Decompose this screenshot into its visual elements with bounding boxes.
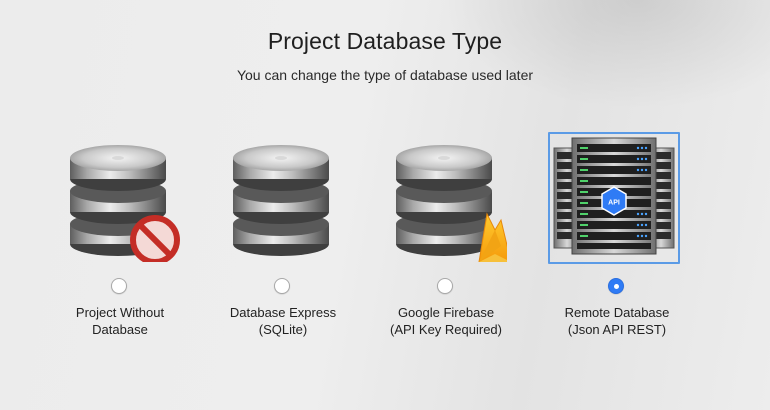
option-google-firebase[interactable]: Google Firebase (API Key Required) [371,130,521,350]
database-no-icon-box[interactable] [51,132,183,264]
api-badge-text: API [608,200,620,207]
database-firebase-icon-box[interactable] [377,132,509,264]
option-label-line2: Database [92,322,148,337]
page-title: Project Database Type [267,28,503,54]
option-label: Database Express (SQLite) [208,304,358,338]
radio-remote-database[interactable] [608,278,624,294]
radio-database-express[interactable] [274,278,290,294]
database-icon [233,145,329,256]
option-remote-database[interactable]: API Remote Database (Json API REST) [542,130,692,350]
option-database-express[interactable]: Database Express (SQLite) [208,130,358,350]
server-rack-api-icon-box[interactable]: API [548,132,680,264]
option-label-line1: Google Firebase [397,305,495,320]
database-icon-box[interactable] [214,132,346,264]
option-label-line1: Database Express [229,305,337,320]
server-rack-api-icon: API [553,137,675,255]
background-shadow [440,0,770,110]
option-label-line1: Project Without [75,305,165,320]
option-label: Project Without Database [45,304,195,338]
option-label: Google Firebase (API Key Required) [371,304,521,338]
option-label: Remote Database (Json API REST) [542,304,692,338]
option-label-line2: (SQLite) [258,322,308,337]
option-label-line1: Remote Database [564,305,670,320]
database-firebase-icon [396,145,507,262]
option-label-line2: (API Key Required) [390,322,502,337]
database-no-icon [70,145,180,262]
radio-google-firebase[interactable] [437,278,453,294]
page-subtitle: You can change the type of database used… [236,67,534,83]
option-project-without-database[interactable]: Project Without Database [45,130,195,350]
radio-project-without-database[interactable] [111,278,127,294]
option-label-line2: (Json API REST) [567,322,667,337]
